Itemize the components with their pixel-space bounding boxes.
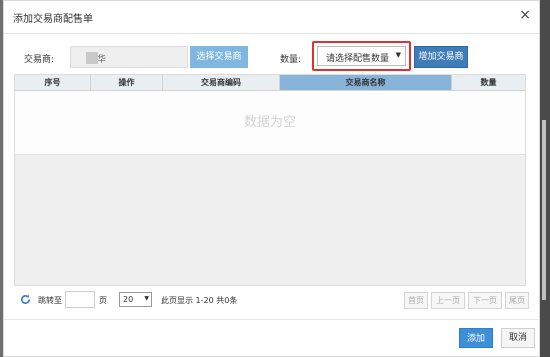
page-unit-label: 页 (99, 296, 107, 305)
column-header-quantity[interactable]: 数量 (452, 75, 525, 90)
backdrop-right-edge (540, 0, 550, 357)
footer-divider (4, 319, 539, 320)
page-size-value: 20 (123, 295, 134, 304)
add-button[interactable]: 添加 (459, 328, 493, 348)
grid-header: 序号 操作 交易商编码 交易商名称 数量 (15, 75, 525, 91)
grid-empty-message: 数据为空 (15, 91, 525, 155)
close-icon[interactable]: × (519, 8, 531, 22)
add-trader-button[interactable]: 增加交易商 (414, 46, 468, 68)
page-info: 此页显示 1-20 共0条 (161, 296, 238, 305)
trader-field[interactable]: 华 (70, 46, 188, 68)
column-header-index[interactable]: 序号 (15, 75, 91, 90)
first-page-button[interactable]: 首页 (404, 292, 428, 309)
dropdown-arrow-icon: ▼ (395, 51, 401, 59)
dropdown-arrow-icon: ▼ (144, 295, 149, 302)
quantity-select-value: 请选择配售数量 (326, 54, 390, 64)
prev-page-button[interactable]: 上一页 (431, 292, 465, 309)
refresh-icon[interactable] (20, 294, 31, 305)
backdrop-scroll-strip (542, 120, 546, 300)
cancel-button[interactable]: 取消 (501, 328, 535, 348)
dialog-header: 添加交易商配售单 × (4, 1, 539, 34)
trader-grid: 序号 操作 交易商编码 交易商名称 数量 数据为空 (14, 74, 526, 286)
column-header-action[interactable]: 操作 (91, 75, 163, 90)
jump-page-input[interactable] (65, 291, 95, 308)
column-header-trader-code[interactable]: 交易商编码 (163, 75, 280, 90)
pagination-bar: 跳转至 页 20 ▼ 此页显示 1-20 共0条 首页 上一页 下一页 尾页 (14, 290, 529, 310)
trader-value: 华 (97, 55, 107, 65)
page-size-select[interactable]: 20 ▼ (119, 292, 152, 307)
select-trader-button[interactable]: 选择交易商 (190, 46, 248, 68)
add-allocation-dialog: 添加交易商配售单 × 交易商: 华 选择交易商 数量: 请选择配售数量 ▼ 增加… (3, 0, 540, 357)
toolbar: 交易商: 华 选择交易商 数量: 请选择配售数量 ▼ 增加交易商 (4, 41, 539, 71)
dialog-title: 添加交易商配售单 (13, 14, 93, 25)
trader-label: 交易商: (24, 55, 55, 65)
jump-to-label: 跳转至 (38, 296, 62, 305)
last-page-button[interactable]: 尾页 (505, 292, 529, 309)
next-page-button[interactable]: 下一页 (468, 292, 502, 309)
quantity-label: 数量: (280, 55, 302, 65)
quantity-select[interactable]: 请选择配售数量 ▼ (317, 46, 406, 66)
column-header-trader-name[interactable]: 交易商名称 (280, 75, 452, 90)
redacted-mask (86, 52, 98, 64)
